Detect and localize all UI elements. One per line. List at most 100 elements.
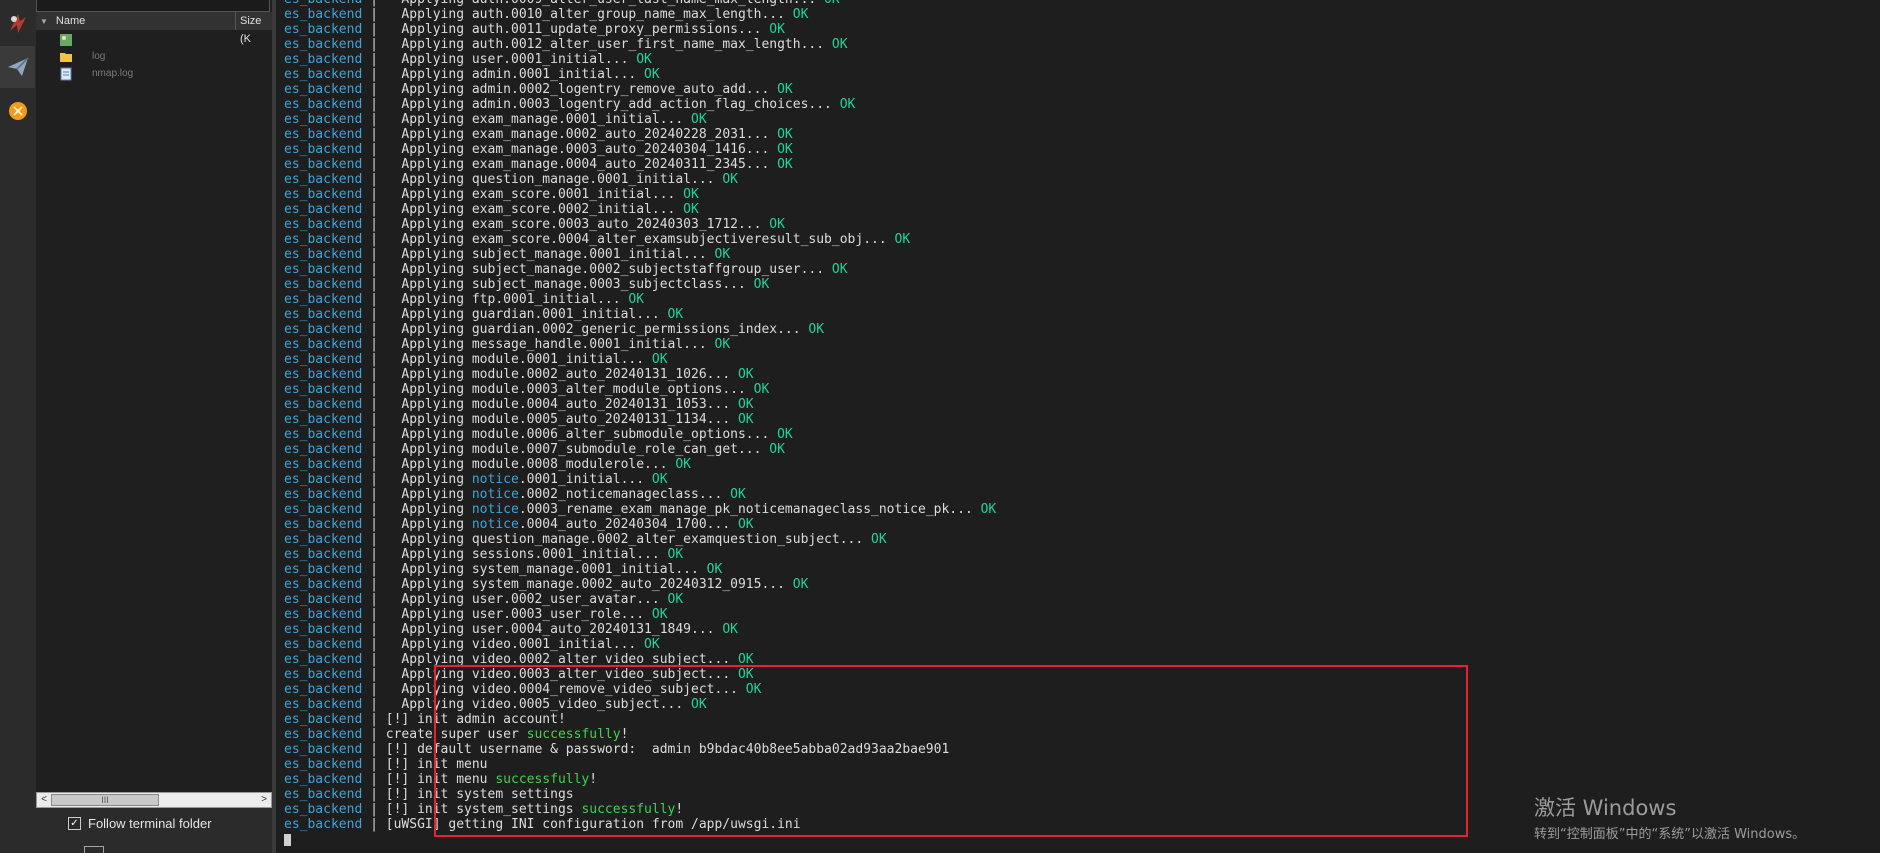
service-name: es_backend xyxy=(284,457,363,472)
terminal-line: es_backend | Applying exam_score.0004_al… xyxy=(284,232,996,247)
service-name: es_backend xyxy=(284,397,363,412)
separator: | xyxy=(362,727,386,742)
migration-name: user.0003_user_role... xyxy=(471,607,645,622)
terminal-line: es_backend | Applying admin.0001_initial… xyxy=(284,67,996,82)
ok-status: OK xyxy=(659,547,684,562)
service-name: es_backend xyxy=(284,502,363,517)
service-name: es_backend xyxy=(284,187,363,202)
separator: | xyxy=(362,22,386,37)
separator: | xyxy=(362,277,386,292)
migration-name: exam_score.0002_initial... xyxy=(471,202,676,217)
ok-status: OK xyxy=(659,592,684,607)
applying-label: Applying xyxy=(385,82,472,97)
terminal-line: es_backend | create super user successfu… xyxy=(284,727,996,742)
migration-name: exam_score.0003_auto_20240303_1712... xyxy=(471,217,762,232)
red-bolt-icon[interactable] xyxy=(0,2,35,44)
separator: | xyxy=(362,7,386,22)
migration-name: .0001_initial... xyxy=(518,472,645,487)
separator: | xyxy=(362,592,386,607)
terminal-line: es_backend | Applying subject_manage.000… xyxy=(284,262,996,277)
service-name: es_backend xyxy=(284,97,363,112)
service-name: es_backend xyxy=(284,772,363,787)
applying-label: Applying xyxy=(385,637,472,652)
terminal-line: es_backend | Applying auth.0009_alter_us… xyxy=(284,0,996,7)
service-name: es_backend xyxy=(284,22,363,37)
migration-name: exam_score.0004_alter_examsubjectiveresu… xyxy=(471,232,887,247)
terminal-line: es_backend | Applying exam_score.0001_in… xyxy=(284,187,996,202)
separator: | xyxy=(362,367,386,382)
service-name: es_backend xyxy=(284,532,363,547)
paper-plane-icon[interactable] xyxy=(0,46,35,88)
separator: | xyxy=(362,682,386,697)
scroll-right-button[interactable]: > xyxy=(257,793,271,807)
service-name: es_backend xyxy=(284,727,363,742)
panel-bottom-icon[interactable] xyxy=(84,846,104,853)
migration-name: user.0004_auto_20240131_1849... xyxy=(471,622,715,637)
terminal-line: es_backend | [uWSGI] getting INI configu… xyxy=(284,817,996,832)
terminal-line: es_backend | [!] default username & pass… xyxy=(284,742,996,757)
service-name: es_backend xyxy=(284,202,363,217)
service-name: es_backend xyxy=(284,307,363,322)
ok-status: OK xyxy=(730,367,754,382)
separator: | xyxy=(362,97,386,112)
applying-label: Applying xyxy=(385,442,472,457)
terminal-output[interactable]: es_backend | Applying auth.0009_alter_us… xyxy=(276,0,1880,853)
terminal-line: es_backend | Applying module.0003_alter_… xyxy=(284,382,996,397)
ok-status: OK xyxy=(706,247,731,262)
size-column-header[interactable]: Size (K xyxy=(236,12,272,45)
ok-status: OK xyxy=(675,202,699,217)
separator: | xyxy=(362,622,386,637)
ok-status: OK xyxy=(698,562,723,577)
service-name: es_backend xyxy=(284,622,363,637)
scroll-thumb[interactable]: III xyxy=(51,794,159,806)
ok-status: OK xyxy=(737,682,762,697)
file-row-image[interactable] xyxy=(56,32,272,49)
follow-terminal-checkbox[interactable]: ✓ xyxy=(68,817,81,830)
orange-orb-icon[interactable] xyxy=(0,90,35,132)
terminal-line: es_backend | Applying ftp.0001_initial..… xyxy=(284,292,996,307)
success-text: successfully xyxy=(526,727,621,742)
ok-status: OK xyxy=(628,52,652,67)
separator: | xyxy=(362,187,386,202)
migration-name: guardian.0002_generic_permissions_index.… xyxy=(471,322,801,337)
separator: | xyxy=(362,412,386,427)
terminal-lines: es_backend | Applying auth.0009_alter_us… xyxy=(284,0,996,847)
applying-label: Applying xyxy=(385,67,472,82)
ok-status: OK xyxy=(886,232,911,247)
service-name: es_backend xyxy=(284,817,363,832)
service-name: es_backend xyxy=(284,757,363,772)
path-input[interactable] xyxy=(36,0,270,12)
file-panel: ▼ Name Size (K log nmap.log < III > ✓ Fo… xyxy=(36,0,291,853)
terminal-line: es_backend | Applying video.0001_initial… xyxy=(284,637,996,652)
service-name: es_backend xyxy=(284,472,363,487)
ok-status: OK xyxy=(644,472,668,487)
horizontal-scrollbar[interactable]: < III > xyxy=(36,792,272,808)
follow-terminal-folder-option[interactable]: ✓ Follow terminal folder xyxy=(68,816,212,831)
applying-label: Applying xyxy=(385,22,472,37)
migration-name: admin.0002_logentry_remove_auto_add... xyxy=(471,82,770,97)
terminal-line: es_backend | Applying system_manage.0002… xyxy=(284,577,996,592)
name-column-header[interactable]: ▼ Name xyxy=(36,12,236,30)
migration-name: .0004_auto_20240304_1700... xyxy=(518,517,731,532)
terminal-line: es_backend | Applying question_manage.00… xyxy=(284,172,996,187)
migration-name: sessions.0001_initial... xyxy=(471,547,660,562)
file-row-nmap-log[interactable]: nmap.log 1 xyxy=(56,66,291,83)
terminal-line: es_backend | Applying notice.0004_auto_2… xyxy=(284,517,996,532)
ok-status: OK xyxy=(769,427,793,442)
ok-status: OK xyxy=(714,172,738,187)
scroll-left-button[interactable]: < xyxy=(37,793,51,807)
applying-label: Applying xyxy=(385,127,472,142)
migration-name: exam_manage.0001_initial... xyxy=(471,112,684,127)
service-name: es_backend xyxy=(284,427,363,442)
file-row-log-folder[interactable]: log xyxy=(56,49,272,66)
service-name: es_backend xyxy=(284,742,363,757)
terminal-line: es_backend | Applying exam_score.0003_au… xyxy=(284,217,996,232)
service-name: es_backend xyxy=(284,637,363,652)
service-name: es_backend xyxy=(284,232,363,247)
ok-status: OK xyxy=(769,142,793,157)
applying-label: Applying xyxy=(385,427,472,442)
terminal-line: es_backend | Applying notice.0001_initia… xyxy=(284,472,996,487)
separator: | xyxy=(362,502,386,517)
applying-label: Applying xyxy=(385,277,472,292)
applying-label: Applying xyxy=(385,592,472,607)
